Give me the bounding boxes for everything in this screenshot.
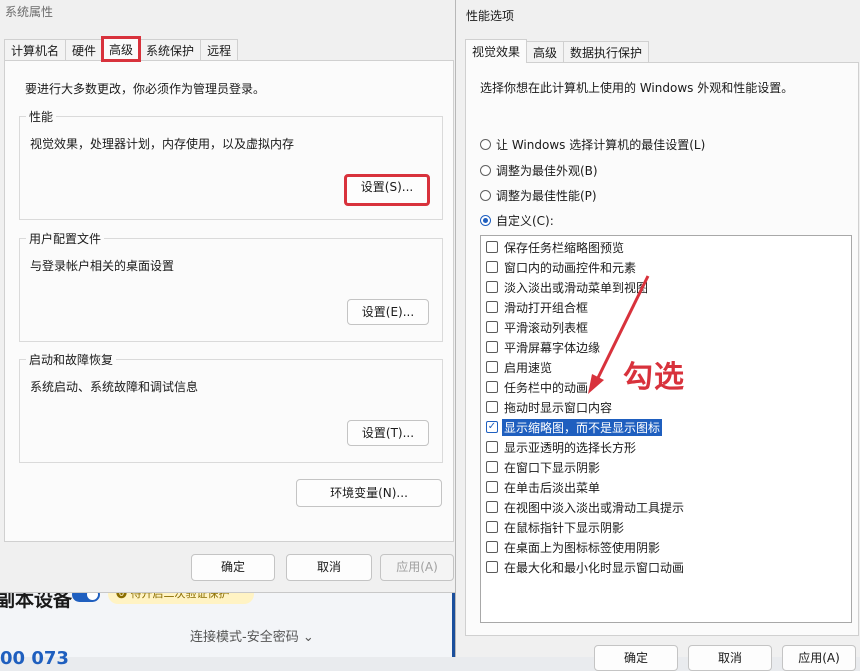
option-item[interactable]: 在鼠标指针下显示阴影 bbox=[486, 518, 624, 536]
dialog-title: 性能选项 bbox=[466, 9, 515, 23]
startup-recovery-settings-button[interactable]: 设置(T)... bbox=[347, 420, 429, 446]
tab-computer-name[interactable]: 计算机名 bbox=[4, 39, 67, 61]
advanced-tab-panel: 要进行大多数更改，你必须作为管理员登录。 性能 视觉效果，处理器计划，内存使用，… bbox=[4, 60, 454, 542]
option-item[interactable]: 在最大化和最小化时显示窗口动画 bbox=[486, 558, 684, 576]
radio-let-windows-choose[interactable]: 让 Windows 选择计算机的最佳设置(L) bbox=[480, 136, 705, 153]
checkbox[interactable] bbox=[486, 401, 498, 413]
option-item-selected[interactable]: ✓ 显示缩略图，而不是显示图标 bbox=[486, 418, 663, 436]
radio-label: 调整为最佳性能(P) bbox=[496, 189, 597, 203]
tab-visual-effects[interactable]: 视觉效果 bbox=[465, 39, 528, 63]
ok-button[interactable]: 确定 bbox=[191, 554, 275, 581]
checkbox[interactable] bbox=[486, 381, 498, 393]
checkbox[interactable] bbox=[486, 521, 498, 533]
device-number: 00 073 bbox=[0, 648, 69, 669]
checkbox[interactable] bbox=[486, 461, 498, 473]
option-item[interactable]: 显示亚透明的选择长方形 bbox=[486, 438, 636, 456]
checkbox[interactable] bbox=[486, 241, 498, 253]
radio-label: 调整为最佳外观(B) bbox=[496, 164, 598, 178]
environment-variables-button[interactable]: 环境变量(N)... bbox=[296, 479, 442, 507]
radio-label: 自定义(C): bbox=[496, 214, 554, 228]
apply-button[interactable]: 应用(A) bbox=[380, 554, 454, 581]
checkbox[interactable] bbox=[486, 301, 498, 313]
user-profile-desc: 与登录帐户相关的桌面设置 bbox=[30, 259, 175, 273]
option-item[interactable]: 在单击后淡出菜单 bbox=[486, 478, 600, 496]
radio-best-appearance[interactable]: 调整为最佳外观(B) bbox=[480, 162, 598, 179]
radio-icon[interactable] bbox=[480, 165, 491, 176]
tab-strip: 计算机名 硬件 高级 系统保护 远程 bbox=[4, 36, 239, 62]
ok-button[interactable]: 确定 bbox=[594, 645, 678, 671]
connection-mode-dropdown[interactable]: 连接模式-安全密码 ⌄ bbox=[190, 626, 314, 645]
option-item[interactable]: 保存任务栏缩略图预览 bbox=[486, 238, 624, 256]
startup-recovery-group: 启动和故障恢复 系统启动、系统故障和调试信息 设置(T)... bbox=[19, 351, 443, 463]
tab-advanced[interactable]: 高级 bbox=[101, 36, 142, 62]
tab-system-protection[interactable]: 系统保护 bbox=[139, 39, 202, 61]
performance-group: 性能 视觉效果，处理器计划，内存使用，以及虚拟内存 设置(S)... bbox=[19, 108, 443, 220]
apply-button[interactable]: 应用(A) bbox=[782, 645, 856, 671]
option-item[interactable]: 在窗口下显示阴影 bbox=[486, 458, 600, 476]
radio-icon[interactable] bbox=[480, 190, 491, 201]
admin-note: 要进行大多数更改，你必须作为管理员登录。 bbox=[25, 82, 266, 96]
checkbox[interactable] bbox=[486, 561, 498, 573]
option-item[interactable]: 拖动时显示窗口内容 bbox=[486, 398, 612, 416]
intro-text: 选择你想在此计算机上使用的 Windows 外观和性能设置。 bbox=[480, 81, 794, 95]
cancel-button[interactable]: 取消 bbox=[688, 645, 772, 671]
option-item[interactable]: 启用速览 bbox=[486, 358, 552, 376]
performance-title: 性能 bbox=[26, 108, 57, 125]
option-item[interactable]: 在视图中淡入淡出或滑动工具提示 bbox=[486, 498, 684, 516]
performance-desc: 视觉效果，处理器计划，内存使用，以及虚拟内存 bbox=[30, 137, 295, 151]
user-profile-settings-button[interactable]: 设置(E)... bbox=[347, 299, 429, 325]
performance-settings-button[interactable]: 设置(S)... bbox=[344, 174, 430, 206]
checkbox[interactable] bbox=[486, 261, 498, 273]
checkbox[interactable] bbox=[486, 501, 498, 513]
checkbox[interactable] bbox=[486, 321, 498, 333]
checkbox[interactable] bbox=[486, 281, 498, 293]
tab-strip: 视觉效果 高级 数据执行保护 bbox=[465, 39, 650, 63]
tab-dep[interactable]: 数据执行保护 bbox=[563, 41, 650, 63]
user-profile-group: 用户配置文件 与登录帐户相关的桌面设置 设置(E)... bbox=[19, 230, 443, 342]
tab-remote[interactable]: 远程 bbox=[200, 39, 239, 61]
radio-label: 让 Windows 选择计算机的最佳设置(L) bbox=[496, 138, 706, 152]
system-properties-dialog: 系统属性 计算机名 硬件 高级 系统保护 远程 要进行大多数更改，你必须作为管理… bbox=[0, 0, 456, 593]
cancel-button[interactable]: 取消 bbox=[286, 554, 372, 581]
radio-custom[interactable]: 自定义(C): bbox=[480, 212, 554, 229]
startup-recovery-title: 启动和故障恢复 bbox=[26, 351, 117, 368]
option-item[interactable]: 任务栏中的动画 bbox=[486, 378, 588, 396]
tab-hardware[interactable]: 硬件 bbox=[65, 39, 104, 61]
tab-advanced[interactable]: 高级 bbox=[526, 41, 565, 63]
user-profile-title: 用户配置文件 bbox=[26, 230, 105, 247]
checkmark-icon[interactable]: ✓ bbox=[486, 421, 498, 433]
option-item[interactable]: 滑动打开组合框 bbox=[486, 298, 588, 316]
checkbox[interactable] bbox=[486, 541, 498, 553]
radio-selected-icon[interactable] bbox=[480, 215, 491, 226]
dialog-title: 系统属性 bbox=[5, 5, 54, 19]
checkbox[interactable] bbox=[486, 341, 498, 353]
checkbox[interactable] bbox=[486, 441, 498, 453]
radio-icon[interactable] bbox=[480, 139, 491, 150]
startup-recovery-desc: 系统启动、系统故障和调试信息 bbox=[30, 380, 199, 394]
checkbox[interactable] bbox=[486, 361, 498, 373]
option-item[interactable]: 平滑滚动列表框 bbox=[486, 318, 588, 336]
option-item[interactable]: 在桌面上为图标标签使用阴影 bbox=[486, 538, 660, 556]
radio-best-performance[interactable]: 调整为最佳性能(P) bbox=[480, 187, 597, 204]
annotation-check-label: 勾选 bbox=[623, 360, 685, 395]
checkbox[interactable] bbox=[486, 481, 498, 493]
